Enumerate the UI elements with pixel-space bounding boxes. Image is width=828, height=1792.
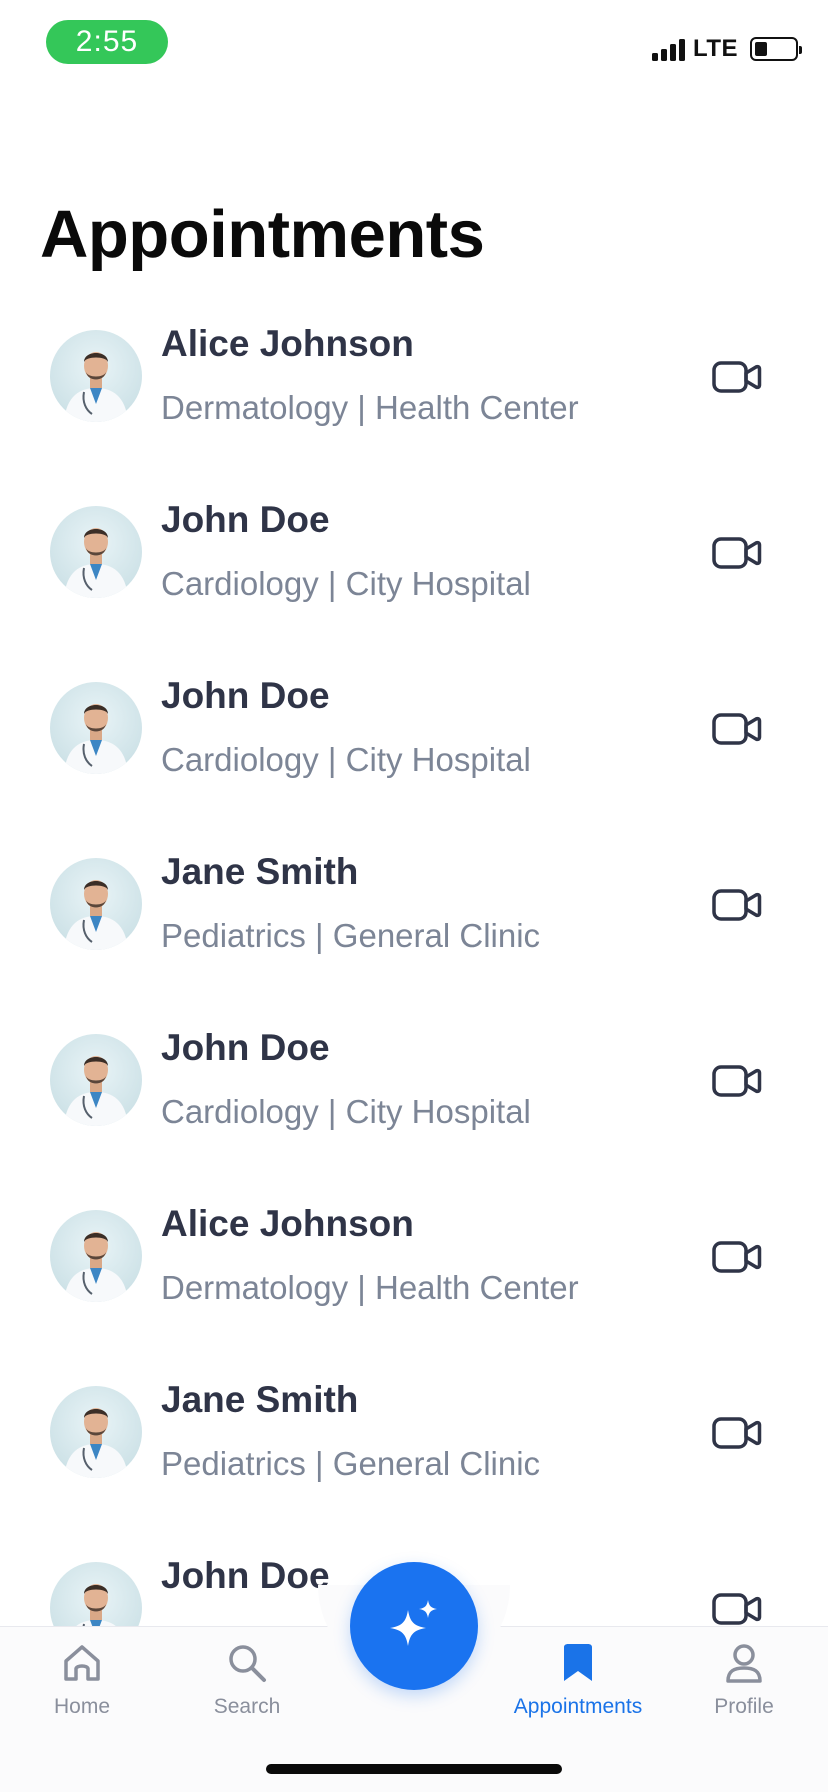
doctor-avatar: [50, 330, 142, 422]
nav-appointments-label: Appointments: [513, 1695, 643, 1718]
doctor-name: Alice Johnson: [161, 323, 414, 364]
status-indicators: LTE: [651, 34, 802, 64]
signal-icon: [651, 37, 685, 61]
sparkles-icon: [390, 1600, 437, 1646]
video-camera-icon[interactable]: [712, 1416, 762, 1450]
appointment-list: Alice Johnson Dermatology | Health Cente…: [0, 300, 828, 1628]
doctor-specialty: Cardiology | City Hospital: [161, 565, 531, 602]
doctor-name: Alice Johnson: [161, 1203, 414, 1244]
doctor-avatar-image: [64, 704, 128, 774]
appointment-row[interactable]: Alice Johnson Dermatology | Health Cente…: [0, 1180, 828, 1356]
doctor-avatar-image: [74, 1584, 118, 1628]
doctor-name: John Doe: [161, 675, 330, 716]
doctor-specialty: Pediatrics | General Clinic: [161, 1445, 541, 1482]
network-type: LTE: [692, 35, 738, 62]
video-camera-icon[interactable]: [712, 712, 762, 746]
doctor-avatar: [50, 858, 142, 950]
doctor-specialty: Cardiology | City Hospital: [161, 1093, 531, 1130]
nav-home[interactable]: Home: [7, 1641, 157, 1741]
nav-search-label: Search: [213, 1695, 281, 1718]
status-time: 2:55: [46, 20, 168, 64]
doctor-specialty: Dermatology | Health Center: [161, 389, 579, 426]
nav-profile-label: Profile: [714, 1695, 774, 1718]
appointment-row[interactable]: John Doe Cardiology | City Hospital: [0, 652, 828, 828]
nav-profile[interactable]: Profile: [669, 1641, 819, 1741]
status-bar: 2:55 LTE: [0, 0, 828, 90]
doctor-avatar: [50, 506, 142, 598]
ai-assistant-button[interactable]: [350, 1562, 478, 1690]
appointment-row[interactable]: John Doe Cardiology | City Hospital: [0, 1004, 828, 1180]
nav-search[interactable]: Search: [172, 1641, 322, 1741]
doctor-specialty: Pediatrics | General Clinic: [161, 917, 541, 954]
doctor-avatar: [50, 1562, 142, 1628]
video-camera-icon[interactable]: [712, 536, 762, 570]
doctor-avatar: [50, 682, 142, 774]
video-camera-icon[interactable]: [712, 1064, 762, 1098]
doctor-name: Jane Smith: [161, 1379, 359, 1420]
doctor-avatar: [50, 1210, 142, 1302]
user-icon: [726, 1644, 762, 1683]
nav-home-label: Home: [53, 1695, 111, 1718]
doctor-avatar-image: [64, 528, 128, 598]
search-icon: [229, 1645, 266, 1682]
home-icon: [64, 1645, 100, 1681]
doctor-specialty: Dermatology | Health Center: [161, 1269, 579, 1306]
video-camera-icon[interactable]: [712, 1592, 762, 1626]
doctor-name: John Doe: [161, 1555, 330, 1596]
doctor-avatar: [50, 1386, 142, 1478]
video-camera-icon[interactable]: [712, 888, 762, 922]
doctor-avatar-image: [64, 1408, 128, 1478]
doctor-avatar: [50, 1034, 142, 1126]
doctor-specialty: Cardiology | City Hospital: [161, 741, 531, 778]
doctor-avatar-image: [64, 1056, 128, 1126]
video-camera-icon[interactable]: [712, 360, 762, 394]
doctor-avatar-image: [64, 352, 128, 422]
home-indicator: [266, 1764, 562, 1774]
doctor-name: John Doe: [161, 499, 330, 540]
video-camera-icon[interactable]: [712, 1240, 762, 1274]
doctor-name: John Doe: [161, 1027, 330, 1068]
nav-appointments[interactable]: Appointments: [503, 1641, 653, 1741]
appointment-row[interactable]: Alice Johnson Dermatology | Health Cente…: [0, 300, 828, 476]
bookmark-icon: [564, 1644, 592, 1681]
doctor-avatar-image: [64, 1232, 128, 1302]
doctor-name: Jane Smith: [161, 851, 359, 892]
battery-icon: [750, 37, 802, 61]
appointment-row[interactable]: John Doe Cardiology | City Hospital: [0, 476, 828, 652]
appointment-row[interactable]: Jane Smith Pediatrics | General Clinic: [0, 828, 828, 1004]
appointment-row[interactable]: Jane Smith Pediatrics | General Clinic: [0, 1356, 828, 1532]
page-title: Appointments: [40, 197, 485, 272]
doctor-avatar-image: [64, 880, 128, 950]
